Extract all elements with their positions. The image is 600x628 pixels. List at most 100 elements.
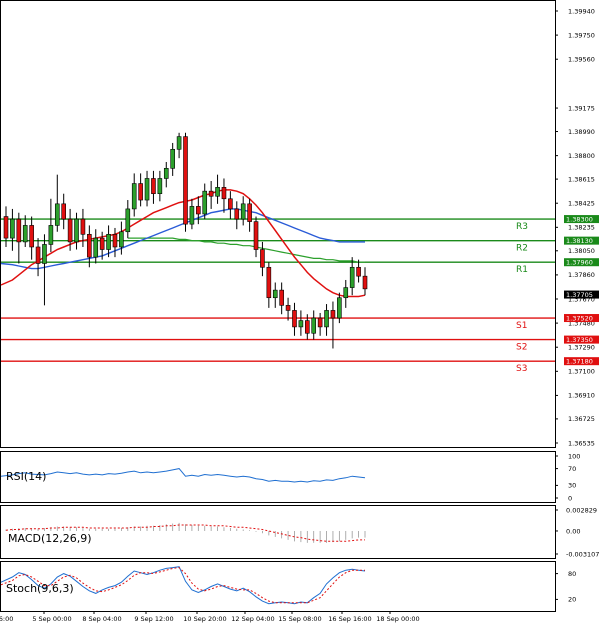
candle-down xyxy=(228,198,233,210)
candle-down xyxy=(221,187,227,200)
candle-up xyxy=(144,178,150,201)
candle-down xyxy=(87,233,92,258)
candle-up xyxy=(48,225,54,245)
candle-down xyxy=(285,305,291,311)
level-tag-label-r2: 1.38130 xyxy=(566,237,593,245)
rsi-panel-frame xyxy=(0,451,556,503)
price-tick-label: 1.36725 xyxy=(568,415,595,423)
macd-tick-label: 0.002829 xyxy=(566,506,597,514)
time-tick-label: 16 Sep 16:00 xyxy=(328,615,371,623)
price-panel: R3 R2 R1 S1 S2 S3 1.39940 1.39750 1.39560 1.3917… xyxy=(0,0,599,448)
stoch-title: Stoch(9,6,3) xyxy=(6,582,74,595)
candle-up xyxy=(337,297,342,319)
candle-down xyxy=(279,289,284,306)
time-axis: 16:00 5 Sep 00:00 8 Sep 04:00 9 Sep 12:00 10… xyxy=(0,611,420,623)
current-price-label: 1.37705 xyxy=(566,291,593,299)
level-tag-label-r3: 1.38300 xyxy=(566,215,593,223)
candle-down xyxy=(3,216,9,239)
candle-up xyxy=(324,310,329,328)
candle-down xyxy=(183,136,188,225)
candle-up xyxy=(176,136,182,150)
candle-down xyxy=(292,310,297,328)
candle-up xyxy=(22,225,28,243)
candle-up xyxy=(119,231,124,248)
level-name-s3: S3 xyxy=(516,364,527,374)
time-tick-label: 16:00 xyxy=(0,615,13,623)
price-tick-label: 1.39940 xyxy=(568,7,595,15)
time-tick-label: 9 Sep 12:00 xyxy=(134,615,173,623)
forex-chart: R3 R2 R1 S1 S2 S3 1.39940 1.39750 1.39560 1.3917… xyxy=(0,0,599,623)
price-tick-label: 1.36535 xyxy=(568,439,595,447)
level-tag-label-r1: 1.37960 xyxy=(566,259,593,267)
candle-up xyxy=(54,203,60,226)
candle-up xyxy=(349,266,355,288)
price-tick-label: 1.38235 xyxy=(568,224,595,232)
level-price-tags: 1.38300 1.38130 1.37960 1.37520 1.37350 1.371… xyxy=(564,215,599,365)
candle-up xyxy=(10,218,15,239)
candle-down xyxy=(247,203,252,222)
candle-down xyxy=(362,275,368,290)
time-tick-label: 5 Sep 00:00 xyxy=(32,615,71,623)
level-name-s2: S2 xyxy=(516,343,527,353)
candle-up xyxy=(343,287,349,299)
candle-down xyxy=(61,203,66,220)
candle-down xyxy=(208,190,214,197)
macd-tick-label: -0.003107 xyxy=(566,550,599,558)
level-tag-label-s3: 1.37180 xyxy=(566,357,593,365)
time-tick-label: 10 Sep 20:00 xyxy=(183,615,226,623)
price-tick-label: 1.36910 xyxy=(568,392,595,400)
price-tick-label: 1.38050 xyxy=(568,247,595,255)
price-tick-label: 1.37290 xyxy=(568,344,595,352)
level-tag-label-s1: 1.37520 xyxy=(566,314,593,322)
candle-up xyxy=(272,289,278,299)
price-tick-label: 1.39750 xyxy=(568,31,595,39)
candle-down xyxy=(35,246,41,264)
candle-up xyxy=(106,233,111,250)
price-tick-label: 1.39560 xyxy=(568,56,595,64)
candle-up xyxy=(202,190,208,215)
candle-down xyxy=(234,208,240,220)
candle-down xyxy=(80,218,86,235)
candle-down xyxy=(330,310,336,319)
time-tick-label: 8 Sep 04:00 xyxy=(82,615,121,623)
candle-down xyxy=(253,221,259,250)
stoch-tick-label: 20 xyxy=(568,596,576,604)
candle-down xyxy=(356,266,361,277)
candle-down xyxy=(29,225,34,248)
rsi-tick-label: 70 xyxy=(568,465,576,473)
candle-up xyxy=(42,244,47,264)
macd-title: MACD(12,26,9) xyxy=(8,532,92,545)
time-tick-label: 15 Sep 08:00 xyxy=(278,615,321,623)
candle-down xyxy=(16,218,22,243)
candle-up xyxy=(298,320,304,328)
stoch-tick-label: 80 xyxy=(568,570,576,578)
stoch-panel: 80 20 Stoch(9,6,3) xyxy=(0,561,576,612)
price-tick-label: 1.38615 xyxy=(568,175,595,183)
candle-up xyxy=(74,218,79,243)
candle-down xyxy=(67,218,73,243)
candle-down xyxy=(260,249,265,268)
price-tick-label: 1.37860 xyxy=(568,271,595,279)
candle-up xyxy=(215,187,220,197)
time-tick-label: 12 Sep 04:00 xyxy=(231,615,274,623)
candle-up xyxy=(311,317,317,334)
candle-up xyxy=(125,208,131,233)
level-name-r2: R2 xyxy=(516,244,528,254)
candle-down xyxy=(196,206,201,215)
candle-up xyxy=(189,206,195,225)
candle-up xyxy=(131,183,137,210)
rsi-tick-label: 100 xyxy=(568,452,580,460)
price-tick-label: 1.38990 xyxy=(568,128,595,136)
macd-tick-label: 0.00 xyxy=(566,527,580,535)
candle-up xyxy=(240,203,246,220)
price-tick-label: 1.38425 xyxy=(568,200,595,208)
candle-down xyxy=(317,317,323,328)
rsi-title: RSI(14) xyxy=(6,470,46,483)
candle-down xyxy=(266,266,272,299)
level-name-r3: R3 xyxy=(516,222,528,232)
candle-up xyxy=(163,168,169,179)
candle-down xyxy=(112,233,118,248)
candle-up xyxy=(93,237,99,258)
price-tick-label: 1.38800 xyxy=(568,152,595,160)
level-tag-label-s2: 1.37350 xyxy=(566,336,593,344)
